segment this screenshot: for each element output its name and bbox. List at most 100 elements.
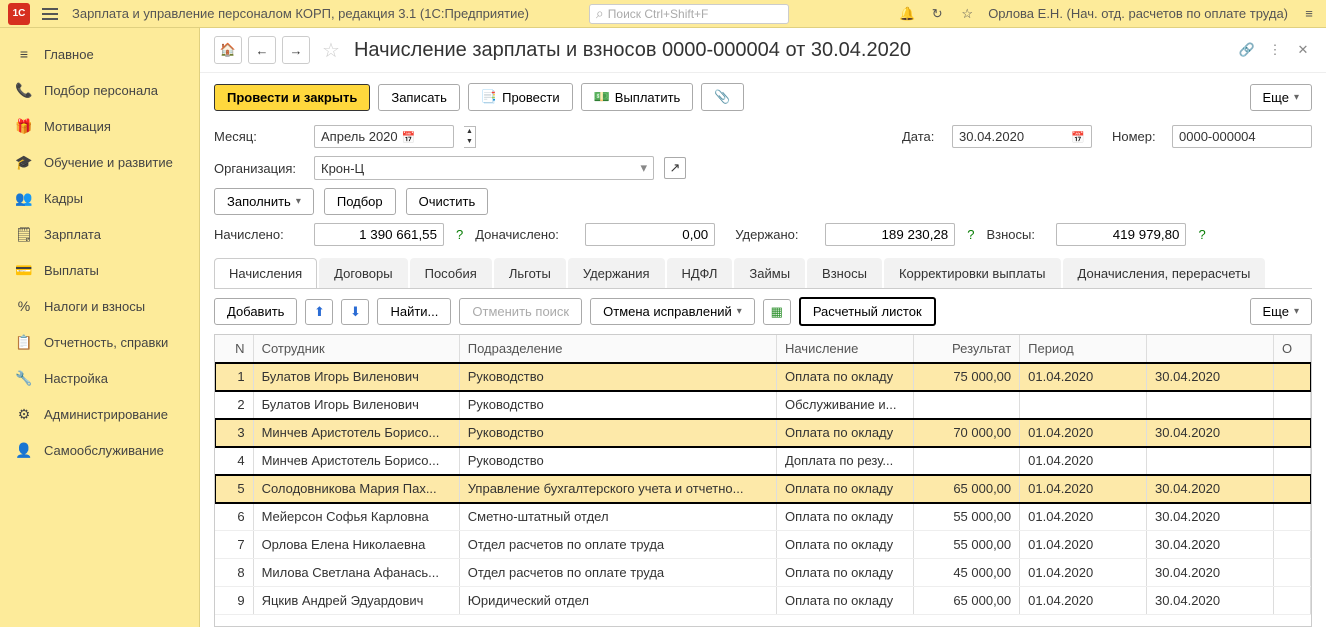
org-label: Организация: [214,161,304,176]
sidebar-item[interactable]: 🗒Зарплата [0,216,199,252]
sidebar-item[interactable]: 📞 Подбор персонала [0,72,199,108]
sidebar-item[interactable]: ⚙Администрирование [0,396,199,432]
date-input[interactable]: 30.04.2020 [952,125,1092,148]
sidebar-item[interactable]: 🎁Мотивация [0,108,199,144]
settings-bars-icon[interactable]: ≡ [1300,5,1318,23]
tab[interactable]: Льготы [494,258,566,288]
org-input[interactable]: Крон-Ц▾ [314,156,654,180]
post-button[interactable]: 📑Провести [468,83,573,111]
favorite-star-icon[interactable]: ☆ [322,38,340,63]
sidebar-item-label: Кадры [44,191,83,206]
tab[interactable]: Займы [734,258,805,288]
col-result[interactable]: Результат [914,335,1020,363]
sidebar-item[interactable]: 🔧Настройка [0,360,199,396]
table-row[interactable]: 1Булатов Игорь ВиленовичРуководствоОплат… [215,363,1311,391]
sidebar-item-label: Подбор персонала [44,83,158,98]
section-icon: 🗒 [14,224,34,244]
withheld-input[interactable] [825,223,955,246]
table-row[interactable]: 6Мейерсон Софья КарловнаСметно-штатный о… [215,503,1311,531]
extra-label: Доначислено: [475,227,575,242]
find-button[interactable]: Найти... [377,298,451,325]
sidebar-item[interactable]: ≡Главное [0,36,199,72]
col-accrual[interactable]: Начисление [776,335,913,363]
fill-button[interactable]: Заполнить [214,188,314,215]
tabs: НачисленияДоговорыПособияЛьготыУдержания… [214,258,1312,289]
clear-button[interactable]: Очистить [406,188,489,215]
table-row[interactable]: 9Яцкив Андрей ЭдуардовичЮридический отде… [215,587,1311,615]
back-button[interactable]: ← [248,36,276,64]
tab[interactable]: Доначисления, перерасчеты [1063,258,1266,288]
pay-button[interactable]: 💵Выплатить [581,83,694,111]
sidebar-item-label: Настройка [44,371,108,386]
help-icon[interactable]: ? [1198,227,1205,242]
col-period[interactable]: Период [1020,335,1147,363]
table-row[interactable]: 5Солодовникова Мария Пах...Управление бу… [215,475,1311,503]
calendar-icon[interactable] [398,129,416,144]
hamburger-icon[interactable] [38,2,62,26]
post-and-close-button[interactable]: Провести и закрыть [214,84,370,111]
sidebar-item[interactable]: 👤Самообслуживание [0,432,199,468]
section-icon: 🎓 [14,152,34,172]
accruals-table: N Сотрудник Подразделение Начисление Рез… [214,334,1312,627]
bell-icon[interactable]: 🔔 [898,5,916,23]
write-button[interactable]: Записать [378,84,460,111]
sidebar-item[interactable]: 💳Выплаты [0,252,199,288]
contrib-input[interactable] [1056,223,1186,246]
home-button[interactable]: 🏠 [214,36,242,64]
tab[interactable]: Взносы [807,258,882,288]
table-row[interactable]: 8Милова Светлана Афанась...Отдел расчето… [215,559,1311,587]
col-employee[interactable]: Сотрудник [253,335,459,363]
sidebar-item[interactable]: 📋Отчетность, справки [0,324,199,360]
sidebar-item[interactable]: %Налоги и взносы [0,288,199,324]
tab[interactable]: Удержания [568,258,665,288]
add-button[interactable]: Добавить [214,298,297,325]
table-row[interactable]: 2Булатов Игорь ВиленовичРуководствоОбслу… [215,391,1311,419]
section-icon: 📞 [14,80,34,100]
col-period-end[interactable] [1147,335,1274,363]
link-icon[interactable]: 🔗 [1238,41,1256,59]
sidebar-item[interactable]: 👥Кадры [0,180,199,216]
table-row[interactable]: 3Минчев Аристотель Борисо...РуководствоО… [215,419,1311,447]
forward-button[interactable]: → [282,36,310,64]
month-spinner[interactable]: ▲▼ [464,126,476,148]
table-row[interactable]: 7Орлова Елена НиколаевнаОтдел расчетов п… [215,531,1311,559]
columns-button[interactable]: ▦ [763,299,791,325]
payslip-button[interactable]: Расчетный листок [799,297,936,326]
accrued-input[interactable] [314,223,444,246]
cancel-fix-button[interactable]: Отмена исправлений [590,298,755,325]
org-open-button[interactable]: ↗ [664,157,686,179]
move-up-button[interactable]: ⬆ [305,299,333,325]
col-department[interactable]: Подразделение [459,335,776,363]
tab-more-button[interactable]: Еще [1250,298,1312,325]
move-down-button[interactable]: ⬇ [341,299,369,325]
history-icon[interactable]: ↻ [928,5,946,23]
number-input[interactable]: 0000-000004 [1172,125,1312,148]
search-input[interactable]: Поиск Ctrl+Shift+F [589,4,789,24]
tab[interactable]: Начисления [214,258,317,288]
tab[interactable]: Договоры [319,258,407,288]
kebab-icon[interactable]: ⋮ [1266,41,1284,59]
col-o[interactable]: О [1273,335,1310,363]
month-input[interactable]: Апрель 2020 [314,125,454,148]
help-icon[interactable]: ? [967,227,974,242]
table-row[interactable]: 4Минчев Аристотель Борисо...РуководствоД… [215,447,1311,475]
cancel-search-button: Отменить поиск [459,298,582,325]
section-icon: 💳 [14,260,34,280]
calendar-icon[interactable] [1067,129,1085,144]
tab[interactable]: НДФЛ [667,258,733,288]
help-icon[interactable]: ? [456,227,463,242]
sidebar-item[interactable]: 🎓Обучение и развитие [0,144,199,180]
tab[interactable]: Корректировки выплаты [884,258,1061,288]
doc-header: 🏠 ← → ☆ Начисление зарплаты и взносов 00… [200,28,1326,73]
more-button[interactable]: Еще [1250,84,1312,111]
contrib-label: Взносы: [986,227,1046,242]
date-label: Дата: [902,129,942,144]
post-icon: 📑 [481,89,497,105]
tab[interactable]: Пособия [410,258,492,288]
col-n[interactable]: N [215,335,253,363]
close-icon[interactable]: ✕ [1294,41,1312,59]
extra-input[interactable] [585,223,715,246]
attach-button[interactable]: 📎 [701,83,743,111]
star-icon[interactable]: ☆ [958,5,976,23]
pick-button[interactable]: Подбор [324,188,396,215]
